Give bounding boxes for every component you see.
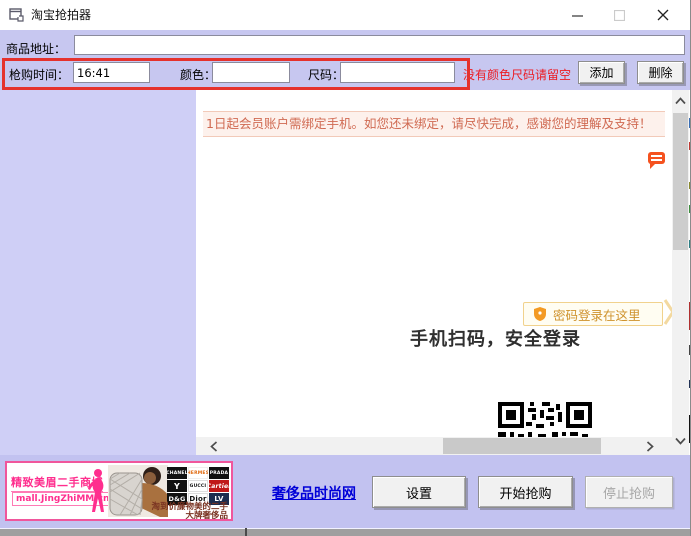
chevron-up-icon — [675, 97, 686, 105]
vertical-scrollbar[interactable] — [672, 90, 689, 455]
chevron-left-icon — [210, 441, 218, 452]
maximize-button[interactable] — [598, 0, 640, 30]
embedded-browser: 1日起会员账户需绑定手机。如您还未绑定，请尽快完成，感谢您的理解及支持！ 密码登… — [196, 90, 672, 455]
color-size-hint: 没有颜色尺码请留空 — [463, 66, 571, 83]
brand-tile: CHANEL — [167, 467, 187, 479]
scroll-down-button[interactable] — [672, 432, 689, 450]
window-title: 淘宝抢拍器 — [31, 0, 91, 30]
color-label: 颜色： — [180, 66, 216, 83]
delete-button[interactable]: 删除 — [637, 61, 684, 84]
scroll-right-button[interactable] — [640, 437, 660, 455]
minimize-button[interactable] — [556, 0, 598, 30]
product-address-label: 商品地址： — [6, 40, 66, 57]
main-area: 1日起会员账户需绑定手机。如您还未绑定，请尽快完成，感谢您的理解及支持！ 密码登… — [0, 90, 691, 455]
horizontal-scrollbar[interactable] — [196, 437, 672, 455]
app-window: 淘宝抢拍器 商品地址： 枪购时间： 颜色： 尺码： 没有颜色尺码请留空 添加 删… — [0, 0, 691, 536]
product-address-input[interactable] — [74, 35, 685, 55]
chevron-down-icon — [675, 437, 686, 445]
brand-tile: PRADA — [209, 467, 229, 479]
brand-tile: Y — [167, 480, 187, 492]
bottom-divider-tick — [245, 528, 247, 536]
brand-tile: HERMES — [188, 467, 208, 479]
chat-bubble-icon[interactable] — [648, 152, 665, 164]
settings-button[interactable]: 设置 — [372, 476, 466, 508]
purchase-time-label: 枪购时间： — [9, 66, 69, 83]
close-icon — [657, 9, 669, 21]
task-list-panel[interactable] — [0, 90, 196, 455]
vertical-scrollbar-thumb[interactable] — [673, 113, 688, 250]
password-login-tooltip[interactable]: 密码登录在这里 — [523, 302, 663, 326]
woman-silhouette-icon — [86, 468, 108, 516]
brand-tile: Cartier — [209, 480, 229, 492]
ad-banner[interactable]: 精致美眉二手商城 mall.JingZhiMM.cn CHANEL HERMES… — [5, 461, 233, 521]
qr-login-title: 手机扫码，安全登录 — [410, 325, 581, 351]
title-bar: 淘宝抢拍器 — [0, 0, 691, 30]
brand-logo-grid: CHANEL HERMES PRADA Y GUCCI Cartier D&G … — [167, 467, 231, 505]
maximize-icon — [614, 10, 625, 21]
footer-bar: 精致美眉二手商城 mall.JingZhiMM.cn CHANEL HERMES… — [0, 455, 691, 528]
scroll-left-button[interactable] — [204, 437, 224, 455]
luxury-site-link[interactable]: 奢侈品时尚网 — [272, 483, 356, 503]
size-input[interactable] — [340, 62, 455, 83]
shield-icon — [534, 307, 546, 321]
stop-purchase-button: 停止抢购 — [585, 476, 673, 508]
minimize-icon — [572, 10, 583, 21]
scroll-up-button[interactable] — [672, 92, 689, 110]
binding-notice-bar: 1日起会员账户需绑定手机。如您还未绑定，请尽快完成，感谢您的理解及支持！ — [203, 111, 665, 137]
close-button[interactable] — [642, 0, 684, 30]
window-bottom-border — [0, 528, 691, 536]
tooltip-label: 密码登录在这里 — [553, 305, 641, 324]
brand-tile: GUCCI — [188, 480, 208, 492]
color-input[interactable] — [212, 62, 290, 83]
purchase-time-input[interactable] — [73, 62, 150, 83]
start-purchase-button[interactable]: 开始抢购 — [478, 476, 573, 508]
banner-slogan: 淘到价廉物美的二手 大牌奢侈品 — [151, 503, 228, 521]
horizontal-scrollbar-thumb[interactable] — [443, 438, 601, 454]
chevron-right-icon — [646, 441, 654, 452]
tooltip-pointer-icon — [663, 298, 672, 326]
banner-slogan-line2: 大牌奢侈品 — [151, 512, 228, 521]
size-label: 尺码： — [308, 66, 344, 83]
add-button[interactable]: 添加 — [578, 61, 625, 84]
app-window-icon — [9, 8, 24, 22]
